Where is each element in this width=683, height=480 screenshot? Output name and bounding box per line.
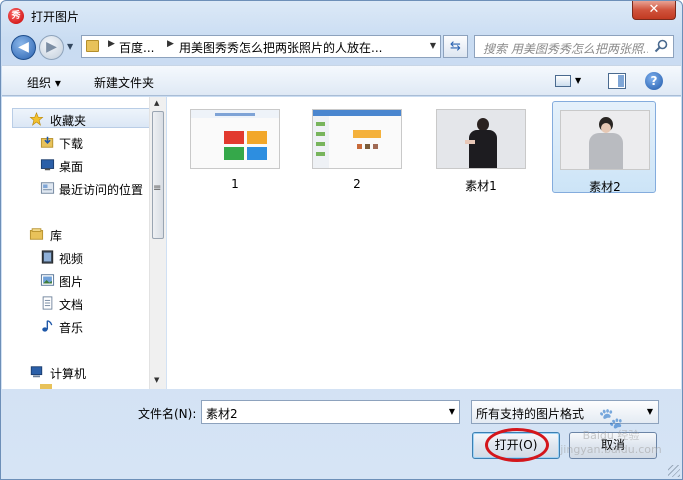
preview-pane-icon[interactable] <box>608 73 626 89</box>
breadcrumb-separator-icon[interactable]: ▶ <box>167 39 174 49</box>
sidebar-item-label: 视频 <box>59 252 84 266</box>
pictures-icon <box>40 274 55 286</box>
file-name: 1 <box>231 177 239 191</box>
new-folder-button[interactable]: 新建文件夹 <box>94 74 154 91</box>
sidebar-item-music[interactable]: 音乐 <box>2 316 148 336</box>
watermark-line1: Baidu 经验 <box>582 429 640 442</box>
sidebar-item-label: 文档 <box>59 298 84 312</box>
address-dropdown-icon[interactable]: ▼ <box>430 41 436 50</box>
file-name: 素材1 <box>465 179 497 193</box>
search-placeholder: 搜索 用美图秀秀怎么把两张照... <box>483 42 648 56</box>
file-list: 1 2 素材1 素材2 <box>167 97 681 389</box>
forward-button[interactable]: ▶ <box>39 35 64 60</box>
resize-grip[interactable] <box>668 465 680 477</box>
sidebar-item-label: 桌面 <box>59 160 84 174</box>
scroll-down-icon[interactable]: ▼ <box>154 376 159 384</box>
star-icon <box>29 112 44 126</box>
filename-value: 素材2 <box>206 407 238 421</box>
sidebar-item-label: 下载 <box>59 137 84 151</box>
highlight-circle <box>485 428 549 462</box>
file-item-2[interactable]: 2 <box>305 101 409 193</box>
dialog-title: 打开图片 <box>31 10 80 24</box>
meitu-app-icon: 秀 <box>8 8 24 24</box>
sidebar-item-label: 音乐 <box>59 321 84 335</box>
sidebar-item-recent-places[interactable]: 最近访问的位置 <box>2 178 148 198</box>
sidebar-item-label: 库 <box>50 229 63 243</box>
search-input[interactable]: 搜索 用美图秀秀怎么把两张照... <box>474 35 674 58</box>
back-button[interactable]: ◀ <box>11 35 36 60</box>
file-name: 素材2 <box>589 180 621 194</box>
navigation-pane: 收藏夹 下载 桌面 最近访问的位置 库 视频 图片 文档 音乐 计算机 ▲ ≡ … <box>2 97 166 389</box>
sidebar-item-favorites[interactable]: 收藏夹 <box>12 108 160 128</box>
sidebar-item-label: 最近访问的位置 <box>59 183 144 197</box>
computer-icon <box>30 366 43 378</box>
video-icon <box>41 250 54 264</box>
close-button[interactable]: ✕ <box>632 1 676 20</box>
sidebar-item-libraries[interactable]: 库 <box>2 224 148 244</box>
address-bar[interactable]: ▶ 百度... ▶ 用美图秀秀怎么把两张照片的人放在... ▼ <box>81 35 441 58</box>
sidebar-item-label: 图片 <box>59 275 84 289</box>
desktop-icon <box>40 159 55 171</box>
image-thumbnail <box>190 109 280 169</box>
file-name: 2 <box>353 177 361 191</box>
scroll-thumb[interactable] <box>152 111 164 239</box>
image-thumbnail <box>560 110 650 170</box>
sidebar-item-pictures[interactable]: 图片 <box>2 270 148 290</box>
file-item-1[interactable]: 1 <box>183 101 287 193</box>
refresh-button[interactable]: ⇆ <box>443 35 468 58</box>
baidu-watermark: 🐾 Baidu 经验 jingyan.baidu.com <box>546 401 676 471</box>
recent-places-icon <box>40 182 55 194</box>
filename-input[interactable]: 素材2 ▼ <box>201 400 460 424</box>
breadcrumb-segment-1[interactable]: 百度... <box>119 39 154 56</box>
scroll-grip-icon: ≡ <box>153 183 162 194</box>
command-toolbar: 组织 ▾ 新建文件夹 ▼ ? <box>2 65 681 96</box>
sidebar-scrollbar[interactable]: ▲ ≡ ▼ <box>149 97 166 389</box>
music-icon <box>42 320 53 332</box>
partial-folder-icon <box>40 384 52 389</box>
file-item-3[interactable]: 素材1 <box>429 101 533 193</box>
filename-dropdown-icon[interactable]: ▼ <box>449 407 455 416</box>
title-bar[interactable]: 秀 打开图片 ✕ <box>1 1 682 31</box>
breadcrumb-segment-2[interactable]: 用美图秀秀怎么把两张照片的人放在... <box>179 39 382 56</box>
sidebar-item-computer[interactable]: 计算机 <box>2 362 148 382</box>
help-icon[interactable]: ? <box>645 72 663 90</box>
open-file-dialog: 秀 打开图片 ✕ ◀ ▶ ▼ ▶ 百度... ▶ 用美图秀秀怎么把两张照片的人放… <box>0 0 683 480</box>
search-icon[interactable] <box>653 38 669 54</box>
image-thumbnail <box>436 109 526 169</box>
sidebar-item-label: 收藏夹 <box>50 114 87 128</box>
library-icon <box>29 228 44 240</box>
download-folder-icon <box>40 136 54 148</box>
change-view-icon[interactable] <box>555 75 571 87</box>
sidebar-item-label: 计算机 <box>50 367 87 381</box>
image-thumbnail <box>312 109 402 169</box>
sidebar-item-desktop[interactable]: 桌面 <box>2 155 148 175</box>
sidebar-item-videos[interactable]: 视频 <box>2 247 148 267</box>
sidebar-item-documents[interactable]: 文档 <box>2 293 148 313</box>
folder-icon <box>86 40 99 52</box>
view-dropdown-icon[interactable]: ▼ <box>575 76 581 85</box>
filename-label: 文件名(N): <box>138 407 197 421</box>
breadcrumb-separator-icon[interactable]: ▶ <box>108 39 115 49</box>
watermark-line2: jingyan.baidu.com <box>560 443 662 456</box>
file-item-4[interactable]: 素材2 <box>552 101 656 194</box>
documents-icon <box>42 296 53 310</box>
scroll-up-icon[interactable]: ▲ <box>154 99 159 107</box>
history-dropdown-icon[interactable]: ▼ <box>67 42 73 51</box>
sidebar-item-downloads[interactable]: 下载 <box>2 132 148 152</box>
organize-menu-button[interactable]: 组织 ▾ <box>27 74 61 91</box>
